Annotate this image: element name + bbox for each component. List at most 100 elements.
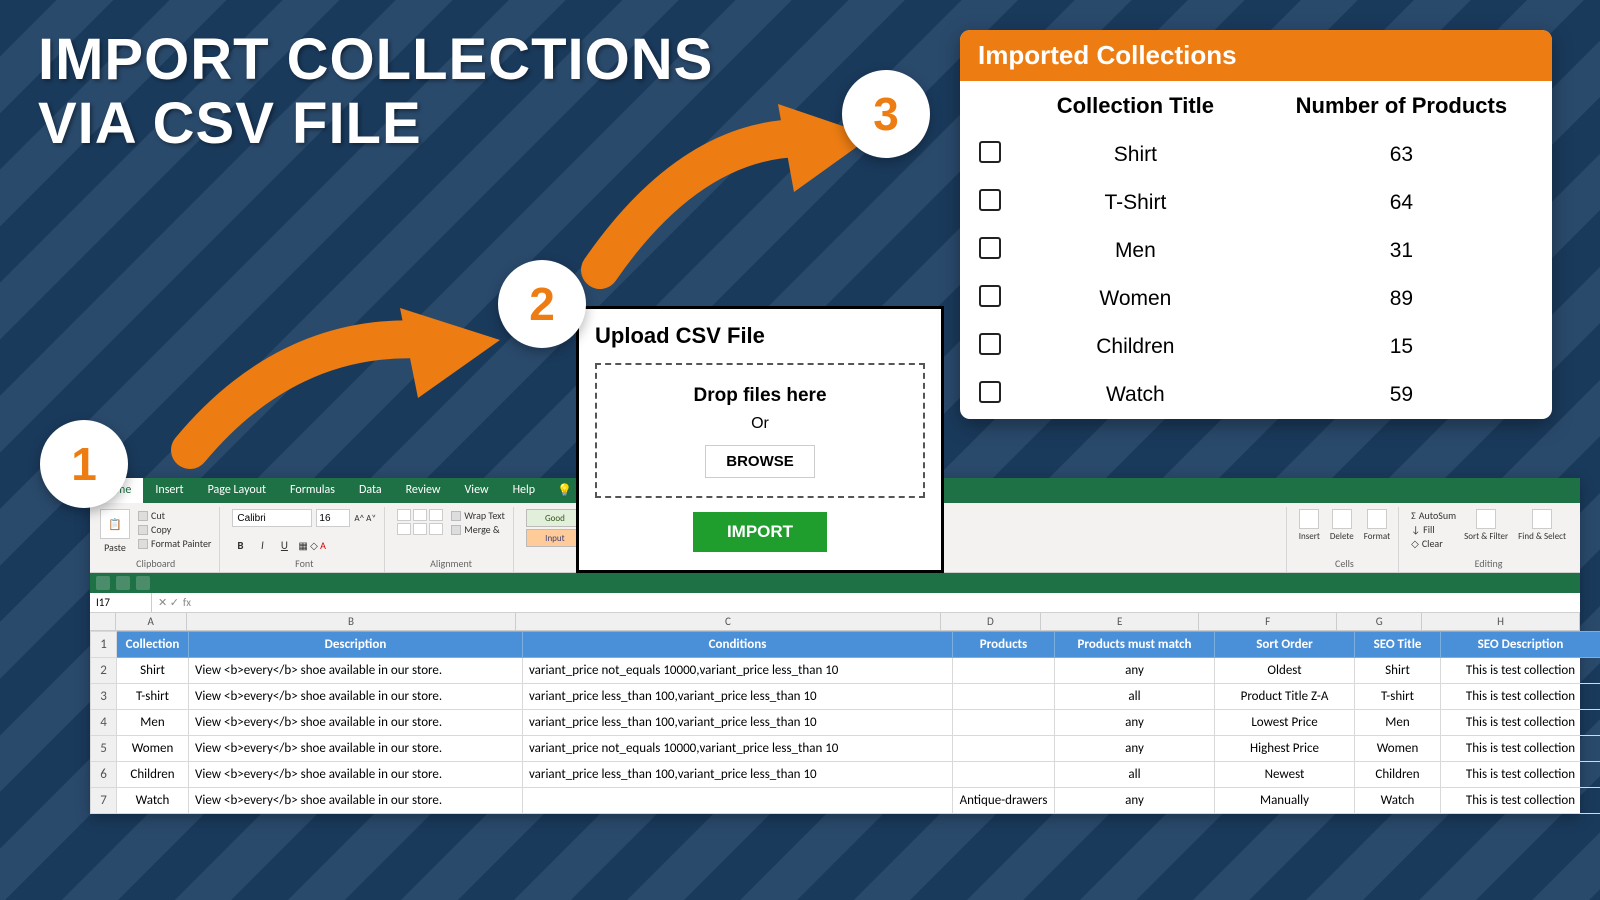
col-letter-G[interactable]: G <box>1337 613 1422 630</box>
sheet-cell[interactable]: This is test collection <box>1441 684 1600 710</box>
find-select-button[interactable]: Find & Select <box>1518 509 1566 542</box>
row-checkbox[interactable] <box>979 285 1001 307</box>
sheet-cell[interactable]: View <b>every</b> shoe available in our … <box>189 762 523 788</box>
ribbon-tab-insert[interactable]: Insert <box>143 478 195 503</box>
sheet-cell[interactable]: Children <box>117 762 189 788</box>
browse-button[interactable]: BROWSE <box>705 445 815 478</box>
sheet-cell[interactable] <box>953 684 1055 710</box>
row-number[interactable]: 2 <box>91 658 117 684</box>
name-box[interactable]: I17 <box>90 593 152 612</box>
sheet-cell[interactable]: View <b>every</b> shoe available in our … <box>189 736 523 762</box>
format-cell-button[interactable]: Format <box>1364 509 1390 542</box>
sheet-cell[interactable]: Men <box>1355 710 1441 736</box>
sheet-cell[interactable]: This is test collection <box>1441 658 1600 684</box>
paste-icon[interactable]: 📋 <box>100 509 130 539</box>
alignment-grid[interactable] <box>397 509 443 535</box>
sheet-cell[interactable]: variant_price less_than 100,variant_pric… <box>523 684 953 710</box>
sheet-cell[interactable]: Shirt <box>117 658 189 684</box>
row-checkbox[interactable] <box>979 237 1001 259</box>
sheet-cell[interactable] <box>953 736 1055 762</box>
sheet-cell[interactable]: Watch <box>1355 788 1441 814</box>
sheet-cell[interactable]: Highest Price <box>1215 736 1355 762</box>
wrap-text-button[interactable]: Wrap Text <box>451 509 505 522</box>
sheet-cell[interactable]: View <b>every</b> shoe available in our … <box>189 658 523 684</box>
format-painter-button[interactable]: Format Painter <box>138 537 211 550</box>
sheet-cell[interactable]: View <b>every</b> shoe available in our … <box>189 788 523 814</box>
cut-button[interactable]: Cut <box>138 509 211 522</box>
copy-button[interactable]: Copy <box>138 523 211 536</box>
row-number[interactable]: 1 <box>91 632 117 658</box>
col-letter-H[interactable]: H <box>1422 613 1580 630</box>
row-number[interactable]: 6 <box>91 762 117 788</box>
ribbon-tab-formulas[interactable]: Formulas <box>278 478 347 503</box>
fill-button[interactable]: ↓ Fill <box>1411 523 1456 536</box>
col-letter-C[interactable]: C <box>516 613 940 630</box>
sheet-cell[interactable]: This is test collection <box>1441 788 1600 814</box>
sheet-cell[interactable]: Children <box>1355 762 1441 788</box>
sheet-cell[interactable]: View <b>every</b> shoe available in our … <box>189 684 523 710</box>
italic-button[interactable]: I <box>254 539 270 552</box>
formula-input[interactable] <box>197 600 1580 606</box>
sheet-cell[interactable] <box>953 710 1055 736</box>
underline-button[interactable]: U <box>276 539 292 552</box>
ribbon-tab-view[interactable]: View <box>453 478 501 503</box>
sheet-cell[interactable] <box>953 762 1055 788</box>
ribbon-tab-review[interactable]: Review <box>394 478 453 503</box>
redo-icon[interactable] <box>136 576 150 590</box>
sheet-cell[interactable]: This is test collection <box>1441 762 1600 788</box>
fx-buttons[interactable]: ✕ ✓ fx <box>152 596 197 609</box>
row-number[interactable]: 5 <box>91 736 117 762</box>
sheet-cell[interactable]: This is test collection <box>1441 736 1600 762</box>
sheet-cell[interactable]: T-shirt <box>1355 684 1441 710</box>
sheet-cell[interactable]: Shirt <box>1355 658 1441 684</box>
col-letter-E[interactable]: E <box>1041 613 1199 630</box>
undo-icon[interactable] <box>116 576 130 590</box>
col-letter-D[interactable]: D <box>941 613 1042 630</box>
font-size-select[interactable] <box>316 509 350 527</box>
sheet-cell[interactable]: This is test collection <box>1441 710 1600 736</box>
row-number[interactable]: 3 <box>91 684 117 710</box>
delete-cell-button[interactable]: Delete <box>1330 509 1354 542</box>
col-letter-F[interactable]: F <box>1199 613 1337 630</box>
sheet-cell[interactable]: all <box>1055 762 1215 788</box>
sheet-cell[interactable] <box>523 788 953 814</box>
sheet-cell[interactable]: any <box>1055 710 1215 736</box>
row-number[interactable]: 4 <box>91 710 117 736</box>
sheet-cell[interactable]: Women <box>117 736 189 762</box>
sheet-cell[interactable]: Men <box>117 710 189 736</box>
sheet-cell[interactable]: any <box>1055 658 1215 684</box>
file-dropzone[interactable]: Drop files here Or BROWSE <box>595 363 925 498</box>
row-checkbox[interactable] <box>979 381 1001 403</box>
row-checkbox[interactable] <box>979 333 1001 355</box>
ribbon-tab-help[interactable]: Help <box>501 478 548 503</box>
sheet-cell[interactable]: Newest <box>1215 762 1355 788</box>
sheet-cell[interactable]: Manually <box>1215 788 1355 814</box>
sheet-cell[interactable]: Lowest Price <box>1215 710 1355 736</box>
sheet-cell[interactable]: variant_price less_than 100,variant_pric… <box>523 710 953 736</box>
sheet-cell[interactable]: Oldest <box>1215 658 1355 684</box>
clear-button[interactable]: ◇ Clear <box>1411 537 1456 550</box>
col-letter-B[interactable]: B <box>187 613 517 630</box>
sort-filter-button[interactable]: Sort & Filter <box>1464 509 1508 542</box>
sheet-cell[interactable]: variant_price not_equals 10000,variant_p… <box>523 658 953 684</box>
row-number[interactable]: 7 <box>91 788 117 814</box>
import-button[interactable]: IMPORT <box>693 512 827 552</box>
bold-button[interactable]: B <box>232 539 248 552</box>
sheet-cell[interactable]: Product Title Z-A <box>1215 684 1355 710</box>
row-checkbox[interactable] <box>979 189 1001 211</box>
worksheet[interactable]: 1CollectionDescriptionConditionsProducts… <box>90 631 1580 814</box>
ribbon-tab-page-layout[interactable]: Page Layout <box>196 478 278 503</box>
sheet-cell[interactable]: Antique-drawers <box>953 788 1055 814</box>
col-letter-A[interactable]: A <box>116 613 187 630</box>
sheet-cell[interactable]: variant_price less_than 100,variant_pric… <box>523 762 953 788</box>
sheet-cell[interactable]: variant_price not_equals 10000,variant_p… <box>523 736 953 762</box>
ribbon-tab-data[interactable]: Data <box>347 478 394 503</box>
merge-button[interactable]: Merge & <box>451 523 505 536</box>
autosum-button[interactable]: Σ AutoSum <box>1411 509 1456 522</box>
row-checkbox[interactable] <box>979 141 1001 163</box>
sheet-cell[interactable]: all <box>1055 684 1215 710</box>
insert-cell-button[interactable]: Insert <box>1299 509 1320 542</box>
sheet-cell[interactable]: any <box>1055 736 1215 762</box>
sheet-cell[interactable]: View <b>every</b> shoe available in our … <box>189 710 523 736</box>
sheet-cell[interactable]: T-shirt <box>117 684 189 710</box>
